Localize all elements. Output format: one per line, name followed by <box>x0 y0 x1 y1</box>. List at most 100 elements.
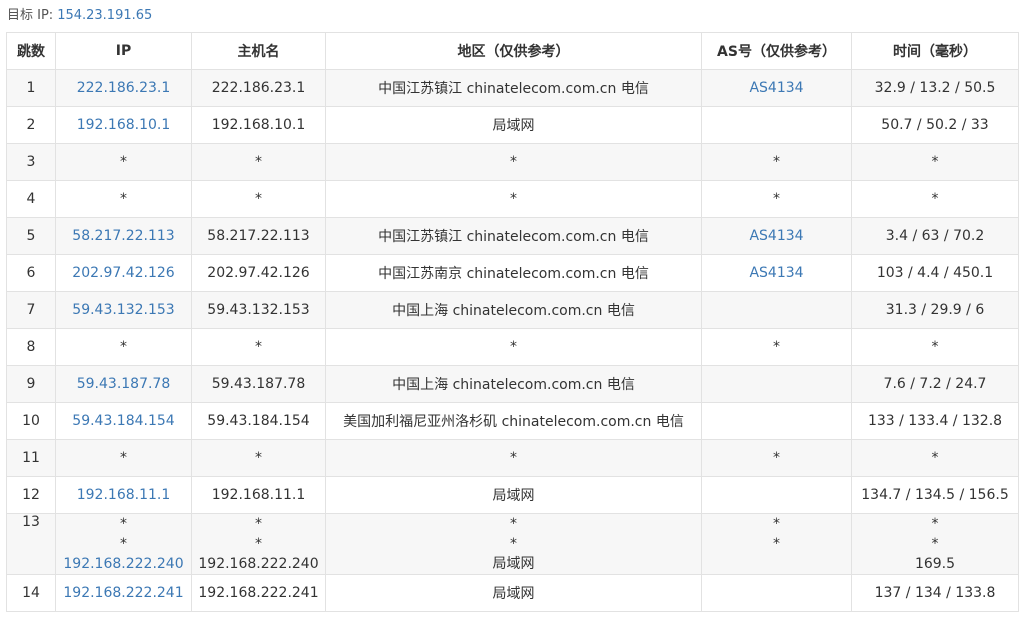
target-ip-label: 目标 IP: <box>7 8 54 23</box>
hostname-cell: * * 192.168.222.240 <box>191 513 326 575</box>
region-cell: * <box>325 439 702 477</box>
asn-link[interactable]: AS4134 <box>749 80 803 96</box>
hop-number: 4 <box>6 180 56 218</box>
asn-cell: * <box>701 439 852 477</box>
time-cell: * <box>851 143 1019 181</box>
time-cell: 134.7 / 134.5 / 156.5 <box>851 476 1019 514</box>
hostname-cell: 192.168.10.1 <box>191 106 326 144</box>
asn-cell <box>701 476 852 514</box>
hostname-cell: 192.168.222.241 <box>191 574 326 612</box>
ip-link[interactable]: 222.186.23.1 <box>77 80 171 96</box>
hop-number: 10 <box>6 402 56 440</box>
hostname-cell: 222.186.23.1 <box>191 69 326 107</box>
ip-link[interactable]: 192.168.10.1 <box>77 117 171 133</box>
region-cell: 局域网 <box>325 476 702 514</box>
column-header-time: 时间（毫秒） <box>851 32 1019 70</box>
time-cell: * <box>851 328 1019 366</box>
asn-line: * <box>773 536 780 552</box>
region-line: * <box>510 536 517 552</box>
time-cell: 31.3 / 29.9 / 6 <box>851 291 1019 329</box>
asn-line <box>706 554 847 574</box>
table-row: 3 * * * * * <box>6 143 1019 181</box>
hostname-cell: 59.43.132.153 <box>191 291 326 329</box>
time-cell: * <box>851 439 1019 477</box>
ip-link[interactable]: 59.43.184.154 <box>72 413 174 429</box>
ip-link[interactable]: 192.168.11.1 <box>77 487 171 503</box>
hop-number: 1 <box>6 69 56 107</box>
asn-link[interactable]: AS4134 <box>749 228 803 244</box>
ip-link[interactable]: 202.97.42.126 <box>72 265 174 281</box>
region-line: * <box>510 516 517 532</box>
hop-number: 2 <box>6 106 56 144</box>
column-header-ip: IP <box>55 32 192 70</box>
hostname-cell: 59.43.184.154 <box>191 402 326 440</box>
ip-link[interactable]: 59.43.132.153 <box>72 302 174 318</box>
ip-link[interactable]: 192.168.222.241 <box>63 585 183 601</box>
column-header-hop: 跳数 <box>6 32 56 70</box>
hop-number: 12 <box>6 476 56 514</box>
table-row: 6 202.97.42.126 202.97.42.126 中国江苏南京 chi… <box>6 254 1019 292</box>
table-row: 8 * * * * * <box>6 328 1019 366</box>
region-cell: 中国江苏镇江 chinatelecom.com.cn 电信 <box>325 69 702 107</box>
region-line: 局域网 <box>492 556 535 572</box>
hop-number: 6 <box>6 254 56 292</box>
hostname-cell: 202.97.42.126 <box>191 254 326 292</box>
hop-number: 13 <box>6 513 56 575</box>
region-cell: 中国江苏南京 chinatelecom.com.cn 电信 <box>325 254 702 292</box>
target-ip-line: 目标 IP: 154.23.191.65 <box>7 6 152 26</box>
time-cell: 3.4 / 63 / 70.2 <box>851 217 1019 255</box>
table-row: 14 192.168.222.241 192.168.222.241 局域网 1… <box>6 574 1019 612</box>
asn-cell <box>701 106 852 144</box>
table-row: 13 * * 192.168.222.240 * * 192.168.222.2… <box>6 513 1019 575</box>
traceroute-table: 跳数 IP 主机名 地区（仅供参考） AS号（仅供参考） 时间（毫秒） 1 22… <box>6 32 1019 612</box>
time-cell: 32.9 / 13.2 / 50.5 <box>851 69 1019 107</box>
table-row: 10 59.43.184.154 59.43.184.154 美国加利福尼亚州洛… <box>6 402 1019 440</box>
table-row: 1 222.186.23.1 222.186.23.1 中国江苏镇江 china… <box>6 69 1019 107</box>
region-cell: 局域网 <box>325 106 702 144</box>
region-cell: 中国上海 chinatelecom.com.cn 电信 <box>325 291 702 329</box>
hostname-line: * <box>255 516 262 532</box>
region-cell: * <box>325 143 702 181</box>
asn-cell: * <box>701 143 852 181</box>
hostname-line: * <box>255 536 262 552</box>
table-row: 11 * * * * * <box>6 439 1019 477</box>
region-cell: * * 局域网 <box>325 513 702 575</box>
asn-cell <box>701 574 852 612</box>
asn-cell: * * <box>701 513 852 575</box>
time-cell: * <box>851 180 1019 218</box>
time-cell: 137 / 134 / 133.8 <box>851 574 1019 612</box>
time-line: 169.5 <box>914 556 956 572</box>
ip-link[interactable]: 59.43.187.78 <box>77 376 171 392</box>
ip-link[interactable]: 58.217.22.113 <box>72 228 174 244</box>
hostname-cell: 59.43.187.78 <box>191 365 326 403</box>
region-cell: 中国江苏镇江 chinatelecom.com.cn 电信 <box>325 217 702 255</box>
hostname-cell: * <box>191 439 326 477</box>
asn-link[interactable]: AS4134 <box>749 265 803 281</box>
table-row: 7 59.43.132.153 59.43.132.153 中国上海 china… <box>6 291 1019 329</box>
asn-cell <box>701 365 852 403</box>
table-row: 9 59.43.187.78 59.43.187.78 中国上海 chinate… <box>6 365 1019 403</box>
hostname-cell: 58.217.22.113 <box>191 217 326 255</box>
ip-cell: * <box>55 328 192 366</box>
time-line: * <box>931 516 939 532</box>
ip-cell: * * 192.168.222.240 <box>55 513 192 575</box>
ip-cell: * <box>55 180 192 218</box>
time-cell: 133 / 133.4 / 132.8 <box>851 402 1019 440</box>
time-cell: * * 169.5 <box>851 513 1019 575</box>
column-header-hostname: 主机名 <box>191 32 326 70</box>
column-header-asn: AS号（仅供参考） <box>701 32 852 70</box>
region-cell: * <box>325 180 702 218</box>
hop-number: 8 <box>6 328 56 366</box>
table-header-row: 跳数 IP 主机名 地区（仅供参考） AS号（仅供参考） 时间（毫秒） <box>6 32 1019 70</box>
table-row: 4 * * * * * <box>6 180 1019 218</box>
hop-number: 11 <box>6 439 56 477</box>
column-header-region: 地区（仅供参考） <box>325 32 702 70</box>
hop-number: 14 <box>6 574 56 612</box>
ip-cell: * <box>55 439 192 477</box>
hostname-cell: * <box>191 328 326 366</box>
target-ip-value[interactable]: 154.23.191.65 <box>57 8 152 23</box>
ip-link[interactable]: 192.168.222.240 <box>63 556 183 572</box>
asn-cell <box>701 402 852 440</box>
time-line: * <box>931 536 939 552</box>
hostname-cell: 192.168.11.1 <box>191 476 326 514</box>
